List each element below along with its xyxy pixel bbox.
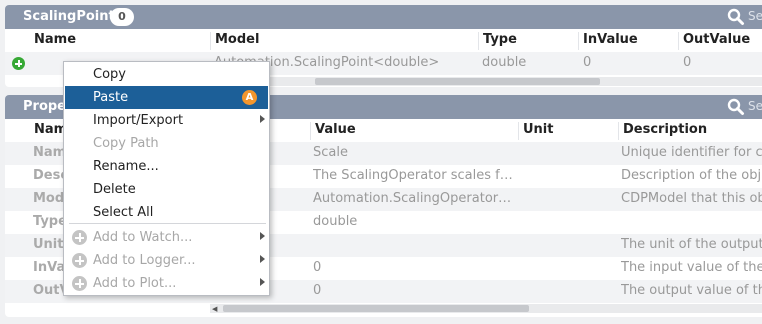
property-description: Description of the obj bbox=[621, 168, 762, 183]
panel-title: ScalingPoint bbox=[23, 9, 115, 24]
plus-circle-icon bbox=[72, 230, 87, 245]
menu-item-label: Add to Logger... bbox=[93, 253, 196, 268]
property-name: Mod bbox=[33, 191, 65, 206]
add-icon[interactable] bbox=[12, 57, 25, 70]
menu-separator bbox=[69, 223, 266, 224]
column-description[interactable]: Description bbox=[618, 122, 707, 140]
search-placeholder: Se bbox=[748, 9, 762, 23]
chevron-right-icon bbox=[260, 255, 265, 263]
property-description: CDPModel that this ob bbox=[621, 191, 762, 206]
property-name: Unit bbox=[33, 237, 64, 252]
menu-item-label: Delete bbox=[93, 182, 136, 197]
menu-item-rename[interactable]: Rename... bbox=[65, 155, 268, 178]
scroll-left-icon[interactable]: ◀ bbox=[212, 305, 217, 313]
menu-item-delete[interactable]: Delete bbox=[65, 178, 268, 201]
column-type[interactable]: Type bbox=[478, 32, 517, 50]
column-name[interactable]: Name bbox=[30, 32, 76, 50]
menu-item-add-to-logger: Add to Logger... bbox=[65, 249, 268, 272]
menu-item-paste[interactable]: Paste A bbox=[65, 86, 268, 109]
property-description: The input value of the bbox=[621, 260, 762, 275]
shortcut-badge: A bbox=[242, 90, 257, 105]
property-value: 0 bbox=[313, 283, 322, 298]
plus-circle-icon bbox=[72, 276, 87, 291]
type-cell: double bbox=[482, 55, 527, 70]
property-value: double bbox=[313, 214, 358, 229]
column-outvalue[interactable]: OutValue bbox=[678, 32, 750, 50]
property-name: Nam bbox=[33, 145, 67, 160]
plus-circle-icon bbox=[72, 253, 87, 268]
scrollbar-thumb[interactable] bbox=[315, 78, 600, 85]
menu-item-copy[interactable]: Copy bbox=[65, 63, 268, 86]
property-name: Type bbox=[33, 214, 67, 229]
column-model[interactable]: Model bbox=[210, 32, 259, 50]
menu-item-label: Copy Path bbox=[93, 136, 159, 151]
property-description: Unique identifier for c bbox=[621, 145, 762, 160]
horizontal-scrollbar[interactable] bbox=[215, 77, 762, 86]
scrollbar-thumb[interactable] bbox=[223, 305, 529, 312]
property-value: Automation.ScalingOperator… bbox=[313, 191, 512, 206]
property-value: The ScalingOperator scales f… bbox=[313, 168, 513, 183]
menu-item-label: Copy bbox=[93, 67, 126, 82]
chevron-right-icon bbox=[260, 232, 265, 240]
count-badge: 0 bbox=[110, 8, 134, 26]
menu-item-add-to-watch: Add to Watch... bbox=[65, 226, 268, 249]
search-icon[interactable] bbox=[727, 98, 745, 116]
menu-item-select-all[interactable]: Select All bbox=[65, 201, 268, 224]
chevron-right-icon bbox=[260, 278, 265, 286]
menu-item-label: Select All bbox=[93, 205, 154, 220]
column-header-row: Name Model Type InValue OutValue bbox=[5, 29, 762, 52]
column-invalue[interactable]: InValue bbox=[578, 32, 638, 50]
menu-item-label: Import/Export bbox=[93, 113, 184, 128]
property-description: The output value of th bbox=[621, 283, 762, 298]
chevron-right-icon bbox=[260, 115, 265, 123]
column-value[interactable]: Value bbox=[310, 122, 356, 140]
menu-item-copy-path: Copy Path bbox=[65, 132, 268, 155]
search-box[interactable]: Se bbox=[727, 8, 762, 26]
property-description: The unit of the output bbox=[621, 237, 762, 252]
menu-item-label: Add to Watch... bbox=[93, 230, 193, 245]
search-box[interactable]: Se bbox=[727, 98, 762, 116]
column-name[interactable]: Nam bbox=[30, 122, 67, 140]
menu-item-label: Add to Plot... bbox=[93, 276, 177, 291]
search-placeholder: Se bbox=[748, 99, 762, 113]
menu-item-label: Rename... bbox=[93, 159, 159, 174]
property-name: InVa bbox=[33, 260, 66, 275]
property-value: 0 bbox=[313, 260, 322, 275]
context-menu: Copy Paste A Import/Export Copy Path Ren… bbox=[63, 61, 270, 296]
column-unit[interactable]: Unit bbox=[518, 122, 553, 140]
property-value: Scale bbox=[313, 145, 348, 160]
menu-item-label: Paste bbox=[93, 90, 129, 105]
menu-item-import-export[interactable]: Import/Export bbox=[65, 109, 268, 132]
horizontal-scrollbar[interactable]: ◀ bbox=[210, 304, 762, 313]
menu-item-add-to-plot: Add to Plot... bbox=[65, 272, 268, 295]
outvalue-cell: 0 bbox=[683, 55, 692, 70]
invalue-cell: 0 bbox=[583, 55, 592, 70]
search-icon[interactable] bbox=[727, 8, 745, 26]
scalingpoint-panel-header: ScalingPoint 0 Se bbox=[5, 5, 762, 29]
